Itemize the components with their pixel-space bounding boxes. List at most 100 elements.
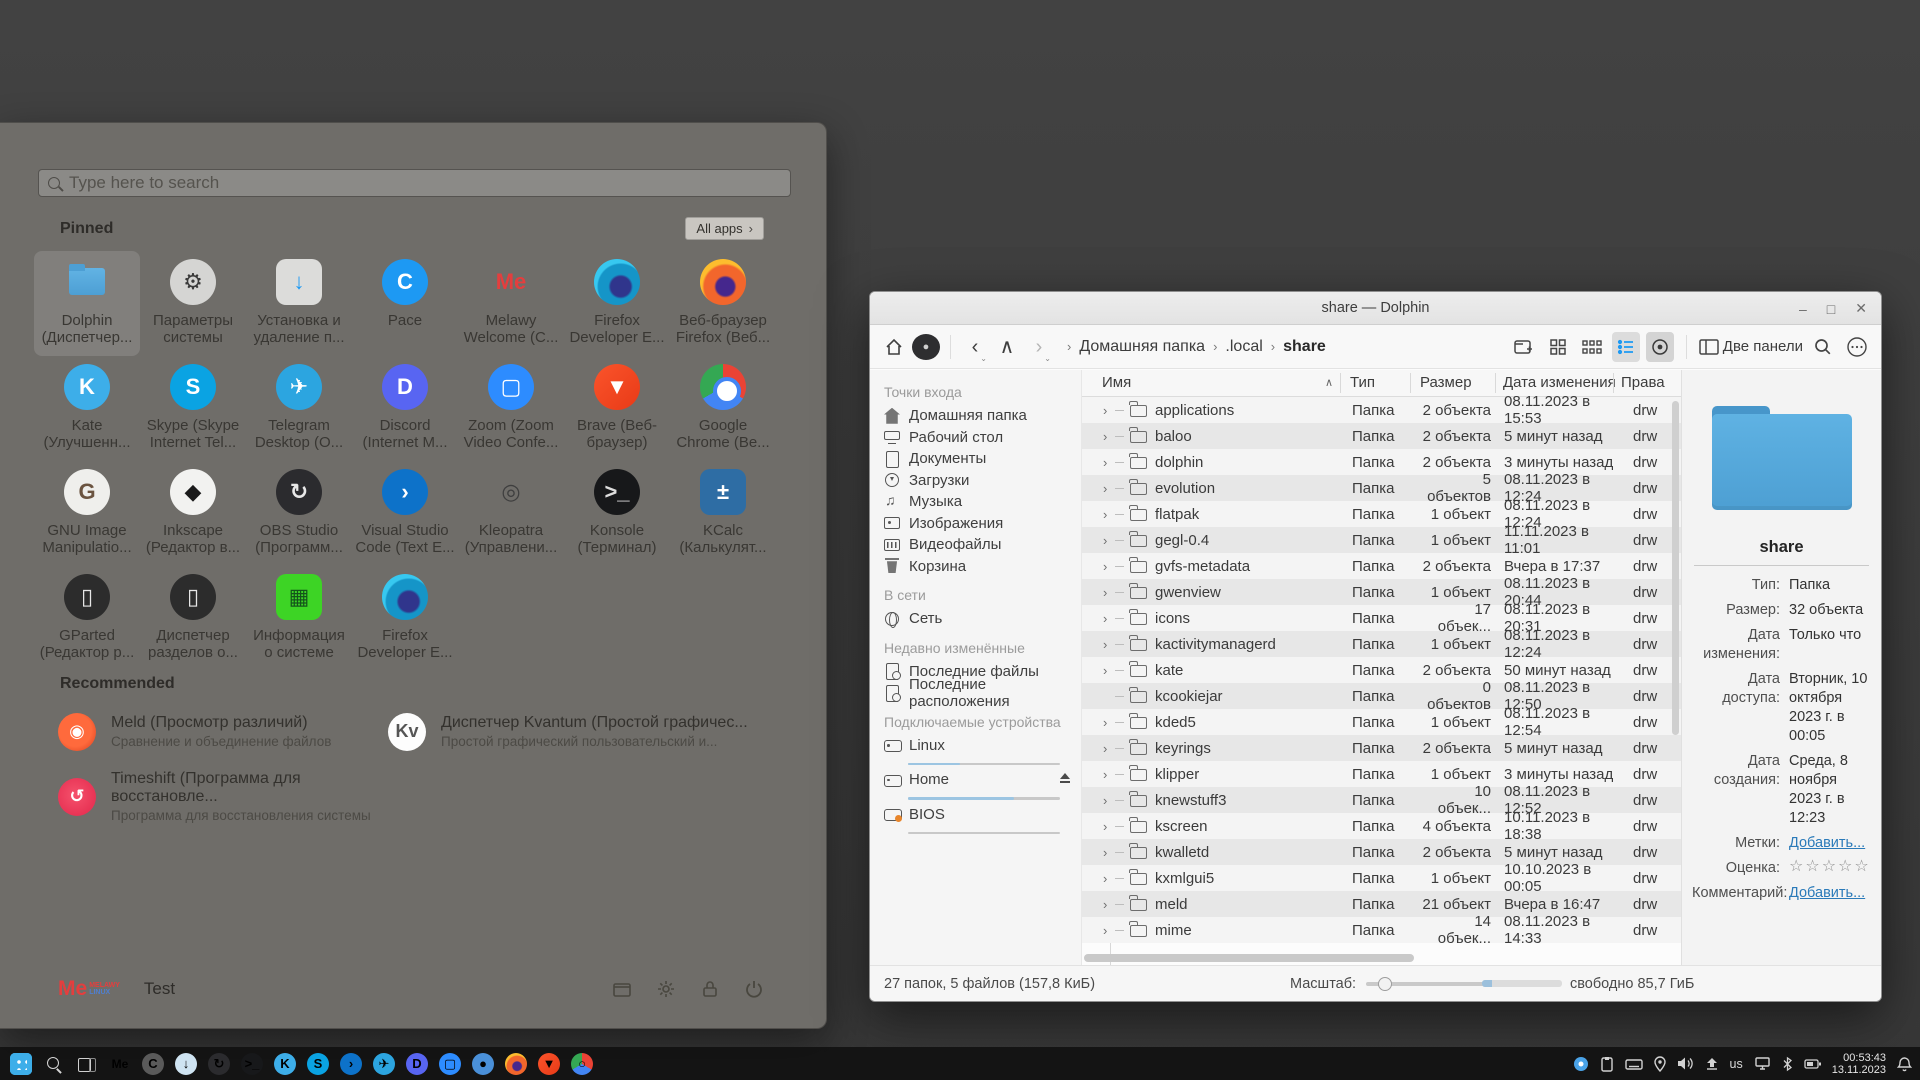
app-tile[interactable]: ▢ Zoom (Zoom Video Confe... xyxy=(458,356,564,461)
expander-icon[interactable]: › xyxy=(1103,819,1115,834)
taskbar-app-icon[interactable]: ✈ xyxy=(371,1051,397,1077)
app-tile[interactable]: D Discord (Internet M... xyxy=(352,356,458,461)
taskbar-app-icon[interactable]: >_ xyxy=(239,1051,265,1077)
sidebar-device-item[interactable]: Home xyxy=(884,769,1081,804)
sidebar-device-item[interactable]: Linux xyxy=(884,735,1081,770)
column-header-perms[interactable]: Права xyxy=(1621,374,1665,391)
app-tile[interactable]: G GNU Image Manipulatio... xyxy=(34,461,140,566)
expander-icon[interactable]: › xyxy=(1103,897,1115,912)
up-button[interactable]: ∧ xyxy=(993,332,1021,362)
eject-icon[interactable] xyxy=(1059,773,1071,783)
app-tile[interactable]: K Kate (Улучшенн... xyxy=(34,356,140,461)
app-tile[interactable]: Firefox Developer E... xyxy=(564,251,670,356)
bluetooth-icon[interactable] xyxy=(1782,1056,1793,1072)
app-tile[interactable]: ▦ Информация о системе xyxy=(246,566,352,671)
info-value[interactable]: Среда, 8 ноября 2023 г. в 12:23 xyxy=(1789,752,1871,828)
breadcrumb-item[interactable]: › .local xyxy=(1213,338,1263,356)
table-row[interactable]: › baloo Папка 2 объекта 5 минут назад dr… xyxy=(1082,423,1681,449)
home-icon[interactable] xyxy=(880,332,908,362)
sidebar-place-item[interactable]: Музыка xyxy=(884,491,1081,513)
sidebar-place-item[interactable]: Домашняя папка xyxy=(884,405,1081,427)
zoom-slider-knob[interactable] xyxy=(1378,977,1392,991)
app-tile[interactable]: Веб-браузер Firefox (Веб... xyxy=(670,251,776,356)
table-row[interactable]: › applications Папка 2 объекта 08.11.202… xyxy=(1082,397,1681,423)
taskbar-app-icon[interactable]: ↓ xyxy=(173,1051,199,1077)
recommended-item[interactable]: ◉ Meld (Просмотр различий) Сравнение и о… xyxy=(58,699,388,764)
sidebar-place-item[interactable]: Загрузки xyxy=(884,470,1081,492)
taskbar-app-icon[interactable]: Me xyxy=(107,1051,133,1077)
expander-icon[interactable]: › xyxy=(1103,429,1115,444)
new-tab-icon[interactable] xyxy=(1510,332,1538,362)
app-tile[interactable]: Google Chrome (Be... xyxy=(670,356,776,461)
info-value[interactable]: Добавить... xyxy=(1789,884,1871,903)
user-place-icon[interactable]: ● xyxy=(912,334,940,360)
table-row[interactable]: › mime Папка 14 объек... 08.11.2023 в 14… xyxy=(1082,917,1681,943)
all-apps-button[interactable]: All apps › xyxy=(685,217,764,240)
sidebar-place-item[interactable]: Рабочий стол xyxy=(884,427,1081,449)
taskbar-app-icon[interactable] xyxy=(503,1051,529,1077)
table-row[interactable]: › kscreen Папка 4 объекта 10.11.2023 в 1… xyxy=(1082,813,1681,839)
app-tile[interactable]: ▯ Диспетчер разделов о... xyxy=(140,566,246,671)
clipboard-icon[interactable] xyxy=(1600,1056,1614,1072)
expander-icon[interactable]: › xyxy=(1103,793,1115,808)
table-row[interactable]: › keyrings Папка 2 объекта 5 минут назад… xyxy=(1082,735,1681,761)
taskbar-app-icon[interactable] xyxy=(8,1051,34,1077)
taskbar-app-icon[interactable]: ● xyxy=(470,1051,496,1077)
compact-view-icon[interactable] xyxy=(1578,332,1606,362)
table-row[interactable]: › kactivitymanagerd Папка 1 объект 08.11… xyxy=(1082,631,1681,657)
info-value[interactable]: Только что xyxy=(1789,626,1871,664)
files-icon[interactable] xyxy=(612,979,632,999)
expander-icon[interactable]: › xyxy=(1103,871,1115,886)
battery-icon[interactable] xyxy=(1804,1058,1821,1070)
hamburger-menu-icon[interactable] xyxy=(1843,332,1871,362)
app-tile[interactable]: ◎ Kleopatra (Управлени... xyxy=(458,461,564,566)
lock-icon[interactable] xyxy=(700,979,720,999)
expander-icon[interactable]: › xyxy=(1103,767,1115,782)
expander-icon[interactable]: › xyxy=(1103,663,1115,678)
app-tile[interactable]: C Pace xyxy=(352,251,458,356)
settings-gear-icon[interactable] xyxy=(656,979,676,999)
sidebar-place-item[interactable]: Изображения xyxy=(884,513,1081,535)
app-tile[interactable]: › Visual Studio Code (Text E... xyxy=(352,461,458,566)
taskbar-app-icon[interactable]: ○ xyxy=(569,1051,595,1077)
table-row[interactable]: › gegl-0.4 Папка 1 объект 11.11.2023 в 1… xyxy=(1082,527,1681,553)
expander-icon[interactable]: › xyxy=(1103,845,1115,860)
launcher-search-input[interactable]: Type here to search xyxy=(38,169,791,197)
column-header-name[interactable]: Имя xyxy=(1102,374,1131,391)
removable-device-icon[interactable] xyxy=(1705,1056,1719,1071)
titlebar[interactable]: share — Dolphin – □ ✕ xyxy=(870,292,1881,325)
icons-view-icon[interactable] xyxy=(1544,332,1572,362)
power-icon[interactable] xyxy=(744,979,764,999)
recommended-item[interactable]: Kv Диспетчер Kvantum (Простой графичес..… xyxy=(388,699,768,764)
info-value[interactable]: 32 объекта xyxy=(1789,601,1871,620)
taskbar-app-icon[interactable] xyxy=(74,1051,100,1077)
keyboard-icon[interactable] xyxy=(1625,1057,1643,1071)
sidebar-place-item[interactable]: Видеофайлы xyxy=(884,534,1081,556)
app-tile[interactable]: ▯ GParted (Редактор р... xyxy=(34,566,140,671)
column-header-size[interactable]: Размер xyxy=(1420,374,1472,391)
expander-icon[interactable]: › xyxy=(1103,715,1115,730)
breadcrumb-item[interactable]: › share xyxy=(1271,338,1326,356)
app-tile[interactable]: ↓ Установка и удаление п... xyxy=(246,251,352,356)
recommended-item[interactable]: ↺ Timeshift (Программа для восстановле..… xyxy=(58,764,388,829)
search-icon[interactable] xyxy=(1809,332,1837,362)
expander-icon[interactable]: › xyxy=(1103,741,1115,756)
app-tile[interactable]: ◆ Inkscape (Редактор в... xyxy=(140,461,246,566)
taskbar-app-icon[interactable]: ▼ xyxy=(536,1051,562,1077)
taskbar-app-icon[interactable]: K xyxy=(272,1051,298,1077)
taskbar-app-icon[interactable]: ▢ xyxy=(437,1051,463,1077)
notifications-bell-icon[interactable] xyxy=(1897,1056,1912,1072)
expander-icon[interactable]: › xyxy=(1103,507,1115,522)
clock[interactable]: 00:53:43 13.11.2023 xyxy=(1832,1052,1886,1076)
sidebar-remote-item[interactable]: Сеть xyxy=(884,608,1081,630)
back-button[interactable]: ‹⌄ xyxy=(961,332,989,362)
sidebar-place-item[interactable]: Корзина xyxy=(884,556,1081,578)
expander-icon[interactable]: › xyxy=(1103,923,1115,938)
table-row[interactable]: › kded5 Папка 1 объект 08.11.2023 в 12:5… xyxy=(1082,709,1681,735)
details-view-icon[interactable] xyxy=(1612,332,1640,362)
expander-icon[interactable]: › xyxy=(1103,611,1115,626)
info-value[interactable]: Добавить... xyxy=(1789,834,1871,853)
app-tile[interactable]: ✈ Telegram Desktop (O... xyxy=(246,356,352,461)
taskbar-app-icon[interactable]: › xyxy=(338,1051,364,1077)
info-value[interactable]: ☆☆☆☆☆ xyxy=(1789,859,1871,878)
